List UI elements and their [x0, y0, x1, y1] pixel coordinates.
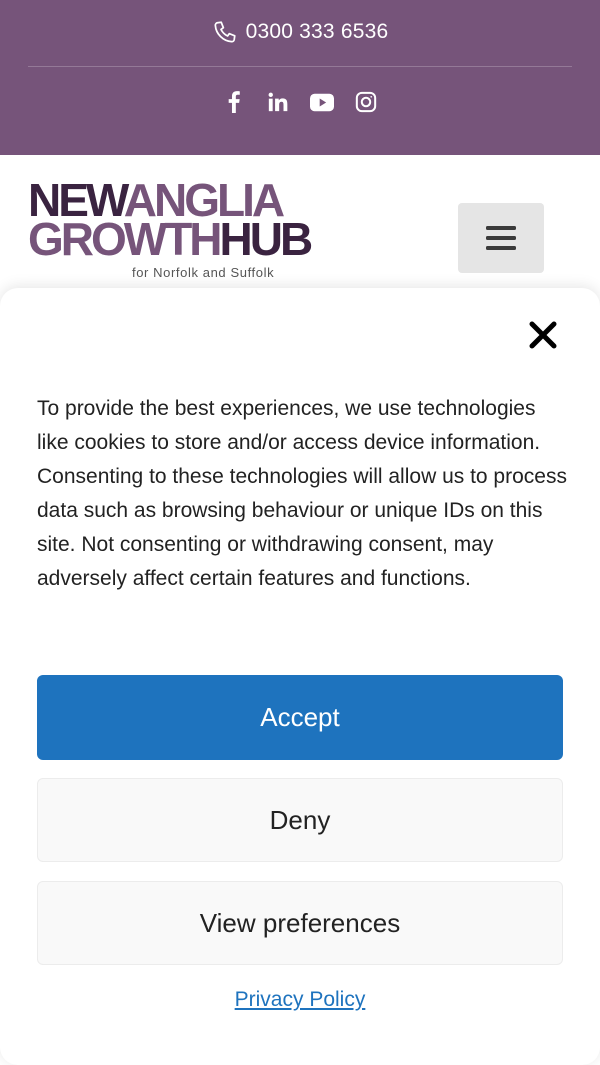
logo-tagline: for Norfolk and Suffolk [132, 265, 275, 280]
youtube-icon[interactable] [310, 90, 334, 114]
close-button[interactable] [524, 316, 562, 354]
privacy-policy-link[interactable]: Privacy Policy [235, 988, 366, 1011]
close-icon [529, 321, 557, 349]
instagram-icon[interactable] [354, 90, 378, 114]
accept-button[interactable]: Accept [37, 675, 563, 760]
topbar-divider [28, 66, 572, 67]
linkedin-icon[interactable] [266, 90, 290, 114]
deny-button[interactable]: Deny [37, 778, 563, 862]
top-bar: 0300 333 6536 [0, 0, 600, 155]
logo-line-2: GROWTHHUB [28, 213, 313, 265]
phone-icon [214, 21, 236, 43]
site-logo[interactable]: NEWANGLIA GROWTHHUB for Norfolk and Suff… [28, 177, 318, 285]
consent-message: To provide the best experiences, we use … [37, 397, 567, 590]
phone-number: 0300 333 6536 [245, 20, 389, 43]
hamburger-icon [486, 226, 516, 250]
social-links [0, 86, 600, 118]
phone-link[interactable]: 0300 333 6536 [0, 14, 600, 50]
menu-button[interactable] [458, 203, 544, 273]
site-header: NEWANGLIA GROWTHHUB for Norfolk and Suff… [0, 155, 600, 295]
cookie-consent-modal: To provide the best experiences, we use … [0, 288, 600, 1065]
facebook-icon[interactable] [222, 90, 246, 114]
view-preferences-button[interactable]: View preferences [37, 881, 563, 965]
privacy-policy-container: Privacy Policy [0, 988, 600, 1012]
